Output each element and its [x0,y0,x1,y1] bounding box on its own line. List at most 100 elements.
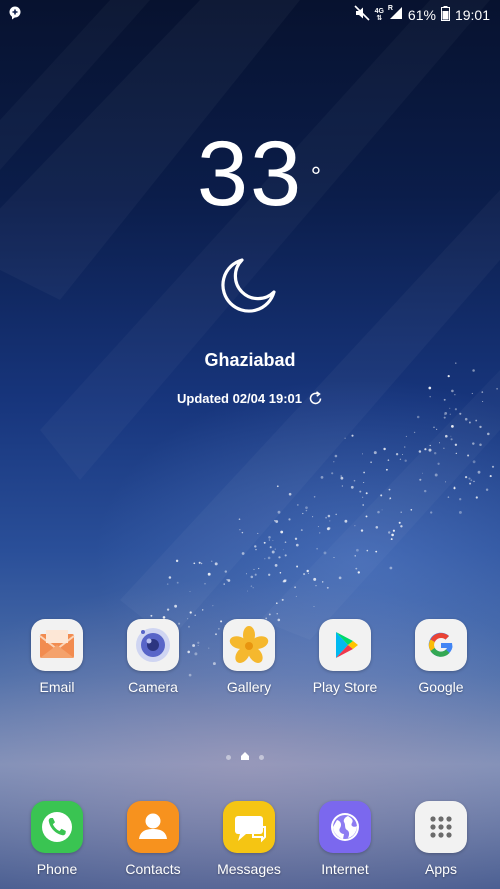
sparkle [479,443,482,446]
sparkle [326,586,329,589]
sparkle [404,459,407,462]
email-icon [31,619,83,671]
sparkle [246,573,247,575]
sparkle [204,582,206,585]
sparkle [239,529,241,531]
page-indicator[interactable] [226,748,264,766]
sparkle [279,571,282,574]
play-store-icon [319,619,371,671]
sparkle [437,462,440,465]
sparkle [356,548,359,552]
home-page-icon[interactable] [240,748,250,766]
sparkle [410,509,413,511]
app-label: Gallery [226,679,272,695]
sparkle [263,541,266,544]
sparkle [327,514,331,518]
sparkle [241,552,245,555]
sparkle [434,473,438,477]
sparkle [402,454,403,456]
sparkle [485,488,489,491]
sparkle [282,580,285,583]
app-phone[interactable]: Phone [9,801,105,877]
sparkle [362,496,364,498]
app-internet[interactable]: Internet [297,801,393,877]
app-messages[interactable]: Messages [201,801,297,877]
sparkle [210,560,213,562]
sparkle [455,452,457,455]
sparkle [375,550,378,553]
sparkle [389,566,393,570]
sparkle [312,516,314,518]
sparkle [268,573,271,576]
sparkle [313,577,317,581]
refresh-icon[interactable] [308,391,323,409]
sparkle [385,468,388,471]
sparkle [450,435,452,437]
sparkle [224,570,227,573]
app-camera[interactable]: Camera [105,619,201,695]
sparkle [357,571,361,574]
sparkle [303,573,306,576]
sparkle [295,595,297,597]
battery-icon [440,5,450,24]
app-play-store[interactable]: Play Store [297,619,393,695]
sparkle [255,548,257,551]
sparkle [447,496,450,498]
app-gallery[interactable]: Gallery [201,619,297,695]
battery-percent: 61% [407,6,436,23]
sparkle [264,558,266,560]
sparkle [275,520,279,523]
sparkle [361,453,364,455]
sparkle [373,451,377,455]
sparkle [429,444,431,447]
notification-icon[interactable] [8,6,22,23]
app-google[interactable]: Google [393,619,489,695]
sparkle [318,532,321,534]
app-label: Google [418,679,464,695]
sparkle [268,536,271,539]
sparkle [458,510,462,514]
sparkle [198,561,201,564]
sparkle [283,579,286,583]
sparkle [246,590,248,592]
sparkle [296,503,299,506]
app-label: Phone [36,861,78,877]
sparkle [430,511,433,514]
sparkle [405,435,407,437]
sparkle [363,482,365,483]
page-dot[interactable] [226,754,231,760]
internet-icon [319,801,371,853]
sparkle [325,516,327,519]
sparkle [150,614,153,617]
sparkle [288,492,292,496]
network-icon: 4G ⇅ [374,7,384,22]
sparkle [366,549,369,552]
contacts-icon [127,801,179,853]
status-bar: 4G ⇅ R 61% 19:01 [0,0,500,28]
app-drawer[interactable]: Apps [393,801,489,877]
sparkle [475,419,478,422]
page-dot[interactable] [259,754,264,760]
sparkle [315,585,317,587]
clock: 19:01 [454,6,490,23]
sparkle [472,442,475,445]
sparkle [398,521,401,524]
sparkle [269,546,272,549]
sparkle [271,550,275,554]
sparkle [288,518,291,521]
sparkle [302,512,304,515]
app-email[interactable]: Email [9,619,105,695]
sparkle [395,453,399,456]
sparkle [472,460,476,464]
sparkle [300,529,303,532]
sparkle [176,581,179,584]
app-contacts[interactable]: Contacts [105,801,201,877]
sparkle [284,541,287,543]
sparkle [447,375,450,378]
sparkle [362,504,365,506]
sparkle [422,472,423,474]
messages-icon [223,801,275,853]
sparkle [438,442,441,444]
sparkle [275,602,278,605]
sparkle [278,556,281,559]
